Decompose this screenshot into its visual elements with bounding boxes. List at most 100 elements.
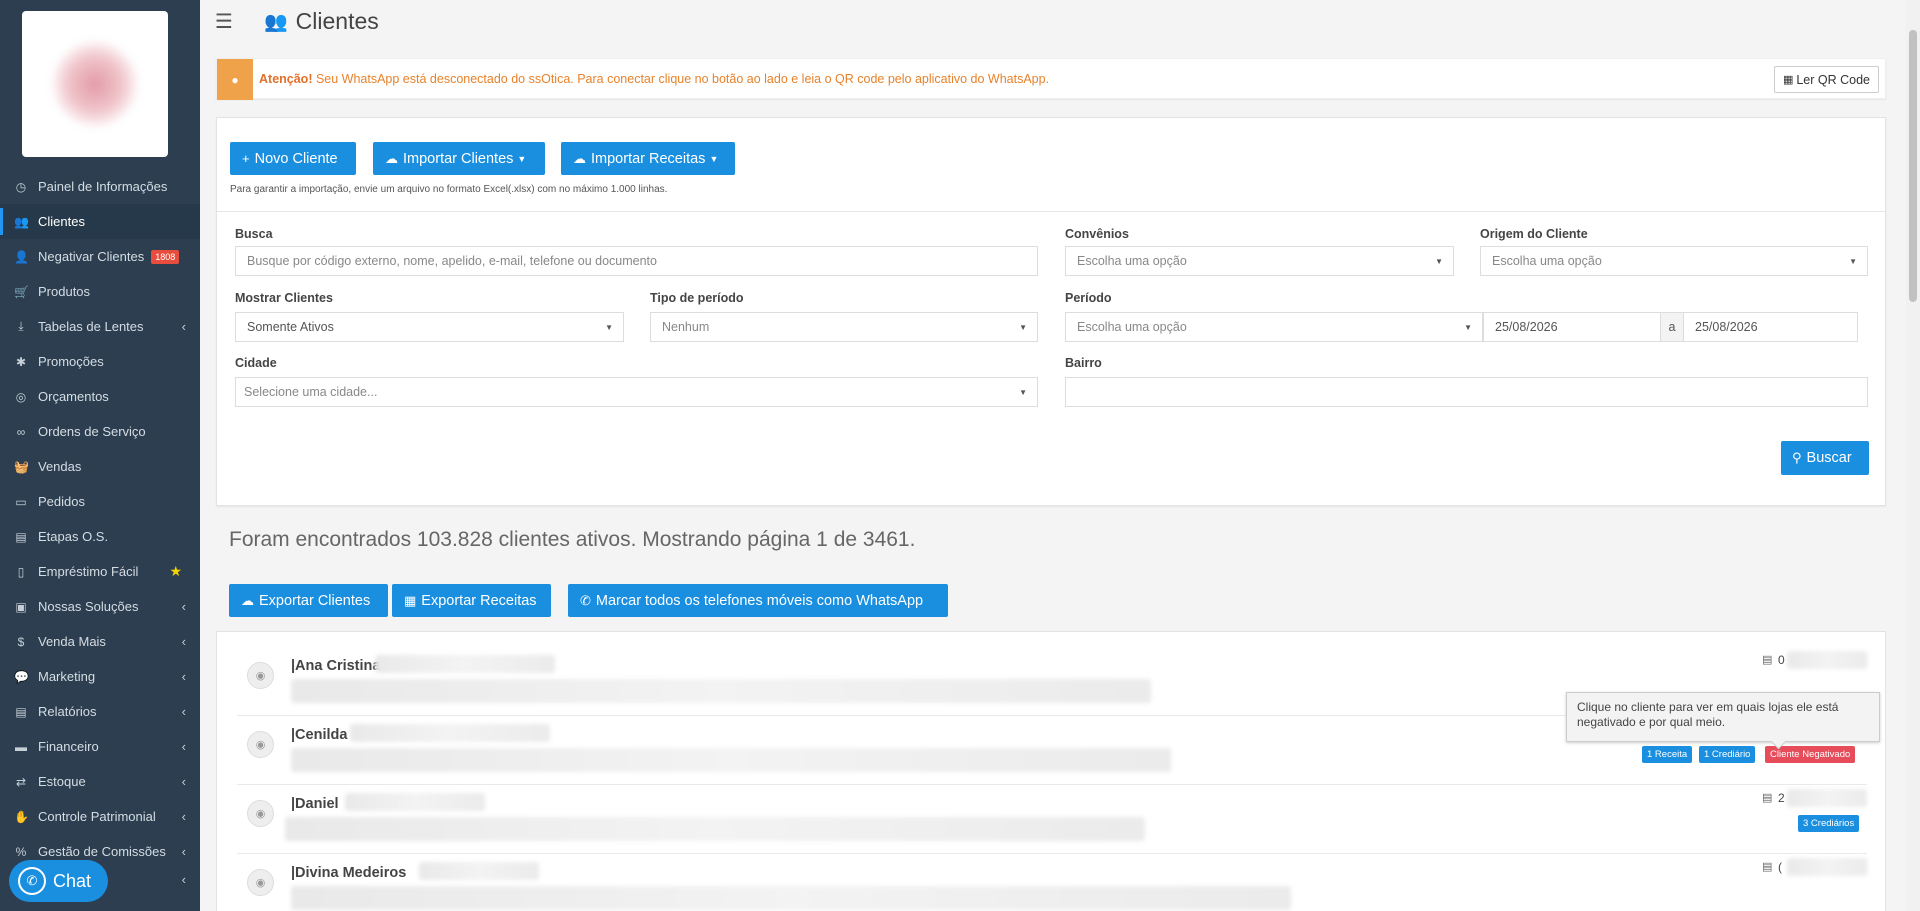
cidade-select[interactable]: Selecione uma cidade... ▼	[235, 377, 1038, 407]
redacted-text	[1787, 651, 1867, 669]
results-summary: Foram encontrados 103.828 clientes ativo…	[229, 528, 916, 551]
sidebar-item-ordens[interactable]: ∞ Ordens de Serviço	[0, 414, 200, 449]
convenios-select[interactable]: Escolha uma opção ▼	[1065, 246, 1454, 276]
sidebar-item-financeiro[interactable]: ▬ Financeiro ‹	[0, 729, 200, 764]
list-item[interactable]: ◉ |Daniel ▤ 2 3 Crediários	[237, 785, 1867, 854]
page-scrollbar[interactable]	[1906, 0, 1920, 911]
sidebar-item-marketing[interactable]: 💬 Marketing ‹	[0, 659, 200, 694]
receita-badge[interactable]: 1 Receita	[1642, 746, 1693, 763]
caret-down-icon: ▼	[709, 153, 719, 164]
glasses-icon: ∞	[16, 424, 26, 439]
search-icon: ⚲	[1792, 450, 1802, 465]
user-x-icon: 👤	[14, 249, 29, 264]
count-badge: 1808	[151, 249, 180, 264]
plus-icon: +	[242, 151, 250, 166]
client-name: |Cenilda	[291, 727, 348, 743]
sidebar-item-emprestimo[interactable]: ▯ Empréstimo Fácil ★	[0, 554, 200, 589]
sidebar-item-tabelas[interactable]: ⤓ Tabelas de Lentes ‹	[0, 309, 200, 344]
select-value: Escolha uma opção	[1492, 254, 1602, 268]
scrollbar-thumb[interactable]	[1909, 30, 1917, 302]
sidebar-item-relatorios[interactable]: ▤ Relatórios ‹	[0, 694, 200, 729]
caret-down-icon: ▼	[1435, 256, 1443, 266]
sidebar-item-label: Pedidos	[38, 494, 85, 509]
chevron-left-icon: ‹	[181, 844, 186, 859]
chevron-left-icon: ‹	[181, 774, 186, 789]
bairro-label: Bairro	[1065, 356, 1102, 370]
redacted-text	[291, 679, 1151, 703]
sidebar-item-venda-mais[interactable]: $ Venda Mais ‹	[0, 624, 200, 659]
origem-select[interactable]: Escolha uma opção ▼	[1480, 246, 1868, 276]
sidebar-item-vendas[interactable]: 🧺 Vendas	[0, 449, 200, 484]
tipo-periodo-select[interactable]: Nenhum ▼	[650, 312, 1038, 342]
crediario-badge[interactable]: 3 Crediários	[1798, 815, 1860, 832]
page-title-text: Clientes	[295, 8, 379, 34]
sidebar-item-label: Promoções	[38, 354, 104, 369]
panel-toolbar: + Novo Cliente ☁ Importar Clientes ▼ ☁ Impor…	[217, 118, 1885, 212]
sidebar-item-label: Financeiro	[38, 739, 99, 754]
search-button[interactable]: ⚲ Buscar	[1781, 441, 1869, 475]
sidebar-item-etapas[interactable]: ▤ Etapas O.S.	[0, 519, 200, 554]
periodo-select[interactable]: Escolha uma opção ▼	[1065, 312, 1483, 342]
sidebar-item-orcamentos[interactable]: ◎ Orçamentos	[0, 379, 200, 414]
basket-icon: 🧺	[14, 459, 29, 474]
import-recipes-button[interactable]: ☁ Importar Receitas ▼	[561, 142, 735, 175]
mostrar-select[interactable]: Somente Ativos ▼	[235, 312, 624, 342]
sidebar-item-patrimonial[interactable]: ✋ Controle Patrimonial ‹	[0, 799, 200, 834]
sidebar-item-label: Tabelas de Lentes	[38, 319, 144, 334]
download-icon: ⤓	[18, 319, 24, 333]
import-clients-button[interactable]: ☁ Importar Clientes ▼	[373, 142, 545, 175]
date-from-input[interactable]: 25/08/2026	[1483, 312, 1661, 342]
star-icon: ★	[169, 563, 182, 579]
client-name: |Daniel	[291, 796, 339, 812]
chevron-left-icon: ‹	[181, 704, 186, 719]
read-qr-code-button[interactable]: ▦ Ler QR Code	[1773, 66, 1879, 93]
crediario-badge[interactable]: 1 Crediário	[1699, 746, 1756, 763]
sidebar-item-label: Orçamentos	[38, 389, 109, 404]
id-card-icon: ▤	[1762, 861, 1773, 873]
camera-icon: ◉	[247, 800, 274, 827]
whatsapp-icon: ✆	[580, 592, 591, 608]
caret-down-icon: ▼	[1019, 322, 1027, 332]
chevron-left-icon[interactable]: ‹	[182, 872, 186, 887]
sidebar-item-promocoes[interactable]: ✱ Promoções	[0, 344, 200, 379]
select-value: Nenhum	[662, 320, 710, 334]
select-value: Escolha uma opção	[1077, 254, 1187, 268]
support-icon: ◎	[15, 389, 27, 404]
sidebar-item-label: Etapas O.S.	[38, 529, 109, 544]
qr-button-label: Ler QR Code	[1796, 72, 1870, 87]
camera-icon: ◉	[247, 869, 274, 896]
sidebar-item-pedidos[interactable]: ▭ Pedidos	[0, 484, 200, 519]
sidebar-nav: ◷ Painel de Informações 👥 Clientes 👤 Negati…	[0, 169, 200, 869]
hamburger-menu-icon[interactable]: ☰	[215, 9, 233, 34]
redacted-text	[350, 724, 550, 742]
redacted-text	[1787, 789, 1867, 807]
sidebar-item-negativar[interactable]: 👤 Negativar Clientes 1808	[0, 239, 200, 274]
search-input[interactable]: Busque por código externo, nome, apelido…	[235, 246, 1038, 276]
caret-down-icon: ▼	[1464, 322, 1472, 332]
client-list: ◉ |Ana Cristina ▤ 0 ◉ |Cenilda 1 Receita…	[216, 631, 1886, 911]
info-icon: ●	[217, 59, 253, 100]
tipo-periodo-label: Tipo de período	[650, 291, 744, 305]
store-logo[interactable]	[22, 11, 168, 157]
periodo-label: Período	[1065, 291, 1112, 305]
sidebar-item-solucoes[interactable]: ▣ Nossas Soluções ‹	[0, 589, 200, 624]
button-label: Exportar Receitas	[421, 592, 537, 609]
filter-panel: + Novo Cliente ☁ Importar Clientes ▼ ☁ Impor…	[216, 117, 1886, 506]
sidebar-item-painel[interactable]: ◷ Painel de Informações	[0, 169, 200, 204]
export-recipes-button[interactable]: ▦ Exportar Receitas	[392, 584, 551, 617]
mark-whatsapp-button[interactable]: ✆ Marcar todos os telefones móveis como W…	[568, 584, 948, 617]
sidebar-item-estoque[interactable]: ⇄ Estoque ‹	[0, 764, 200, 799]
bairro-input[interactable]	[1065, 377, 1868, 407]
date-to-input[interactable]: 25/08/2026	[1683, 312, 1858, 342]
sidebar-item-clientes[interactable]: 👥 Clientes	[0, 204, 200, 239]
asterisk-icon: ✱	[15, 354, 27, 369]
report-icon: ▤	[15, 704, 27, 719]
export-clients-button[interactable]: ☁ Exportar Clientes	[229, 584, 388, 617]
chat-button[interactable]: ✆ Chat	[9, 860, 108, 902]
button-label: Importar Clientes	[403, 150, 514, 167]
sidebar-item-produtos[interactable]: 🛒 Produtos	[0, 274, 200, 309]
chevron-left-icon: ‹	[181, 634, 186, 649]
list-item[interactable]: ◉ |Divina Medeiros ▤ (	[237, 854, 1867, 911]
sidebar-item-label: Marketing	[38, 669, 96, 684]
new-client-button[interactable]: + Novo Cliente	[230, 142, 356, 175]
